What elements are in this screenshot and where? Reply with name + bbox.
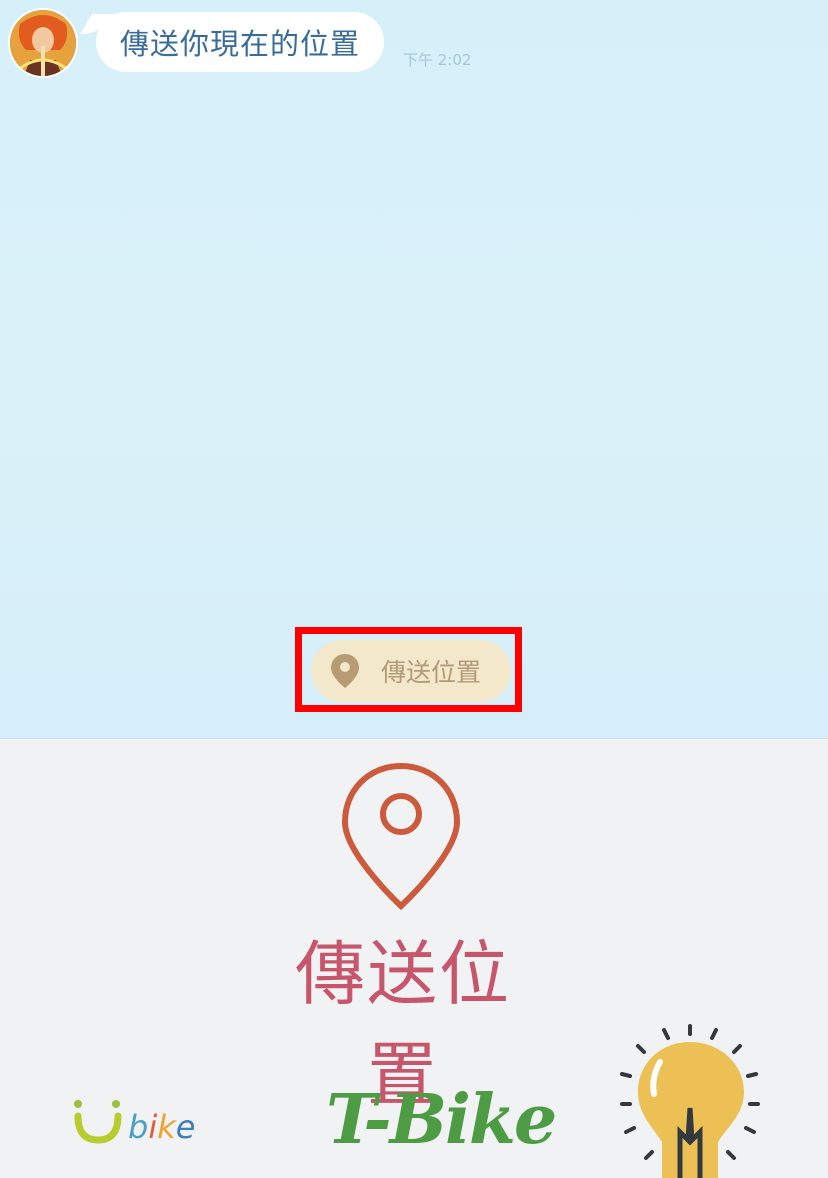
ubike-text: bike [128,1108,196,1146]
chat-area: 傳送你現在的位置 下午 2:02 傳送位置 [0,0,828,739]
quick-reply-label: 傳送位置 [381,658,482,687]
lightbulb-icon[interactable] [616,1022,766,1178]
ubike-u-icon [74,1100,122,1144]
message-bubble[interactable]: 傳送你現在的位置 [96,12,385,72]
message-timestamp: 下午 2:02 [403,51,472,69]
quick-reply-send-location-button[interactable]: 傳送位置 [311,640,511,702]
message-text: 傳送你現在的位置 [120,27,361,61]
location-pin-icon[interactable] [340,762,462,912]
avatar[interactable] [10,10,76,76]
location-pin-icon [331,654,359,688]
tbike-logo[interactable]: T-Bike [326,1080,557,1160]
